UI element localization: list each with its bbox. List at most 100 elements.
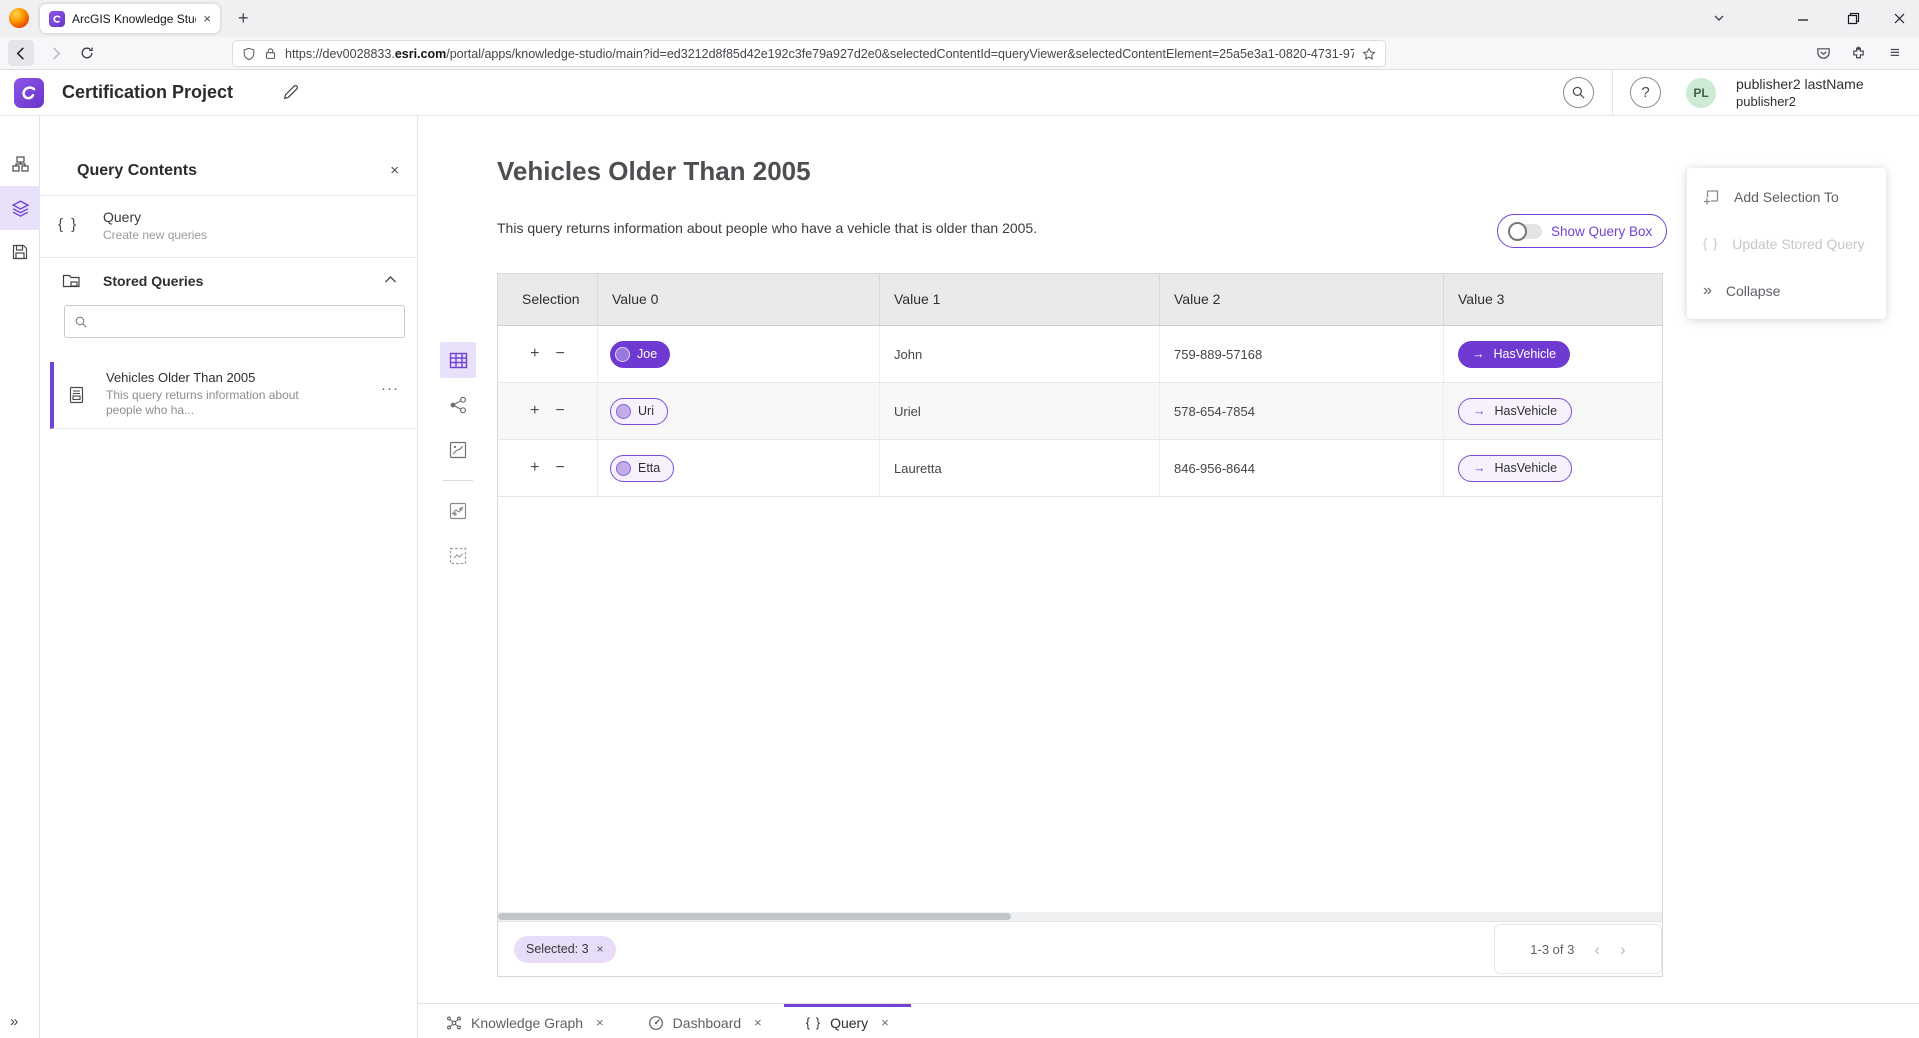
add-to-selection-button[interactable]: + bbox=[530, 460, 539, 476]
stored-query-desc-line2: people who ha... bbox=[106, 403, 194, 417]
link-chart-view-button[interactable] bbox=[440, 387, 476, 423]
menu-item-collapse[interactable]: » Collapse bbox=[1687, 267, 1886, 314]
extensions-puzzle-icon[interactable] bbox=[1845, 40, 1871, 66]
add-to-selection-button[interactable]: + bbox=[530, 403, 539, 419]
url-bar[interactable]: https://dev0028833.esri.com/portal/apps/… bbox=[233, 41, 1385, 66]
braces-icon: { } bbox=[806, 1015, 821, 1030]
help-button[interactable]: ? bbox=[1630, 77, 1661, 108]
selected-count-chip[interactable]: Selected: 3 × bbox=[514, 936, 616, 963]
toggle-track[interactable] bbox=[1510, 224, 1542, 239]
new-tab-button[interactable]: + bbox=[238, 6, 249, 30]
cell-value1: John bbox=[880, 326, 1160, 382]
next-page-chevron[interactable]: › bbox=[1620, 941, 1626, 958]
previous-page-chevron[interactable]: ‹ bbox=[1594, 941, 1600, 958]
clear-selection-icon[interactable]: × bbox=[597, 942, 604, 956]
browser-tab[interactable]: ArcGIS Knowledge Studio × bbox=[40, 4, 220, 33]
user-name-block[interactable]: publisher2 lastName publisher2 bbox=[1736, 76, 1864, 110]
stored-query-item[interactable]: Vehicles Older Than 2005 This query retu… bbox=[50, 362, 417, 429]
panel-close-icon[interactable]: × bbox=[390, 162, 399, 179]
forward-button[interactable] bbox=[42, 40, 68, 66]
content-tabs-bar: Knowledge Graph × Dashboard × { } Query … bbox=[418, 1003, 1919, 1038]
firefox-logo-icon[interactable] bbox=[9, 8, 29, 28]
pocket-icon[interactable] bbox=[1810, 40, 1836, 66]
window-close-button[interactable] bbox=[1886, 6, 1912, 30]
tab-close-icon[interactable]: × bbox=[203, 11, 211, 26]
menu-item-label: Collapse bbox=[1726, 283, 1780, 299]
remove-from-selection-button[interactable]: − bbox=[556, 460, 565, 476]
tab-query[interactable]: { } Query × bbox=[784, 1004, 911, 1038]
show-query-box-toggle[interactable]: Show Query Box bbox=[1497, 214, 1667, 248]
cell-value2: 759-889-57168 bbox=[1160, 326, 1444, 382]
map-graph-view-button[interactable] bbox=[440, 493, 476, 529]
tab-close-icon[interactable]: × bbox=[881, 1015, 889, 1030]
query-create-item[interactable]: { } Query Create new queries bbox=[40, 196, 417, 258]
window-restore-button[interactable] bbox=[1840, 6, 1866, 30]
view-switch-toolbar bbox=[440, 342, 476, 583]
cell-value2: 846-956-8644 bbox=[1160, 440, 1444, 496]
stored-queries-header[interactable]: Stored Queries bbox=[40, 258, 417, 304]
back-button[interactable] bbox=[8, 40, 34, 66]
remove-from-selection-button[interactable]: − bbox=[556, 346, 565, 362]
arrow-right-icon: → bbox=[1472, 347, 1485, 361]
selection-view-button[interactable] bbox=[440, 538, 476, 574]
relationship-pill[interactable]: →HasVehicle bbox=[1458, 341, 1570, 368]
relationship-pill[interactable]: →HasVehicle bbox=[1458, 398, 1572, 425]
window-minimize-button[interactable] bbox=[1790, 6, 1816, 30]
user-username: publisher2 bbox=[1736, 93, 1864, 110]
menu-item-add-selection-to[interactable]: Add Selection To bbox=[1687, 173, 1886, 220]
menu-item-update-stored-query: { } Update Stored Query bbox=[1687, 220, 1886, 267]
user-avatar[interactable]: PL bbox=[1686, 78, 1716, 108]
data-model-tree-icon[interactable] bbox=[0, 142, 40, 186]
toggle-knob[interactable] bbox=[1508, 222, 1527, 241]
edit-title-pencil-icon[interactable] bbox=[282, 84, 299, 101]
entity-dot-icon bbox=[616, 404, 631, 419]
table-empty-area bbox=[498, 497, 1662, 912]
stored-query-desc-line1: This query returns information about bbox=[106, 388, 299, 402]
collapse-chevrons-icon: » bbox=[1703, 282, 1712, 300]
stored-query-search[interactable] bbox=[64, 305, 405, 338]
column-header-value0: Value 0 bbox=[598, 274, 880, 325]
relationship-pill[interactable]: →HasVehicle bbox=[1458, 455, 1572, 482]
entity-pill[interactable]: Joe bbox=[610, 341, 670, 368]
arrow-right-icon: → bbox=[1473, 404, 1486, 418]
search-button[interactable] bbox=[1563, 77, 1594, 108]
tab-knowledge-graph[interactable]: Knowledge Graph × bbox=[424, 1004, 626, 1038]
entity-pill[interactable]: Uri bbox=[610, 398, 668, 425]
horizontal-scrollbar[interactable] bbox=[498, 912, 1662, 921]
table-header-row: Selection Value 0 Value 1 Value 2 Value … bbox=[498, 274, 1662, 326]
collapse-chevron-up-icon[interactable] bbox=[384, 275, 397, 284]
site-lock-icon[interactable] bbox=[264, 47, 277, 60]
hamburger-menu-icon[interactable]: ≡ bbox=[1882, 40, 1908, 66]
stored-query-title: Vehicles Older Than 2005 bbox=[106, 370, 255, 385]
remove-from-selection-button[interactable]: − bbox=[556, 403, 565, 419]
folder-icon bbox=[62, 272, 81, 289]
map-view-button[interactable] bbox=[440, 432, 476, 468]
scrollbar-thumb[interactable] bbox=[498, 913, 1011, 920]
list-tabs-chevron-icon[interactable] bbox=[1706, 6, 1732, 30]
reload-button[interactable] bbox=[74, 40, 100, 66]
save-icon[interactable] bbox=[0, 230, 40, 274]
tracking-shield-icon[interactable] bbox=[242, 47, 256, 61]
stored-query-options-ellipsis[interactable]: ··· bbox=[381, 380, 399, 397]
add-to-selection-button[interactable]: + bbox=[530, 346, 539, 362]
tab-label: Dashboard bbox=[673, 1015, 742, 1031]
contents-layers-icon[interactable] bbox=[0, 186, 40, 230]
toolbar-divider bbox=[443, 480, 473, 481]
tab-close-icon[interactable]: × bbox=[596, 1015, 604, 1030]
menu-item-label: Update Stored Query bbox=[1732, 236, 1864, 252]
pagination: 1-3 of 3 ‹ › bbox=[1494, 924, 1662, 974]
stored-query-doc-icon bbox=[68, 386, 85, 404]
table-view-button[interactable] bbox=[440, 342, 476, 378]
column-header-value2: Value 2 bbox=[1160, 274, 1444, 325]
entity-pill[interactable]: Etta bbox=[610, 455, 674, 482]
tab-dashboard[interactable]: Dashboard × bbox=[626, 1004, 784, 1038]
expand-rail-chevrons[interactable]: » bbox=[10, 1013, 18, 1030]
tab-close-icon[interactable]: × bbox=[754, 1015, 762, 1030]
user-display-name: publisher2 lastName bbox=[1736, 76, 1864, 93]
query-contents-panel: Query Contents × { } Query Create new qu… bbox=[40, 116, 418, 1038]
panel-title: Query Contents bbox=[77, 162, 197, 180]
search-input[interactable] bbox=[96, 314, 395, 329]
column-header-selection: Selection bbox=[498, 274, 598, 325]
bookmark-star-icon[interactable] bbox=[1362, 47, 1376, 61]
column-header-value1: Value 1 bbox=[880, 274, 1160, 325]
